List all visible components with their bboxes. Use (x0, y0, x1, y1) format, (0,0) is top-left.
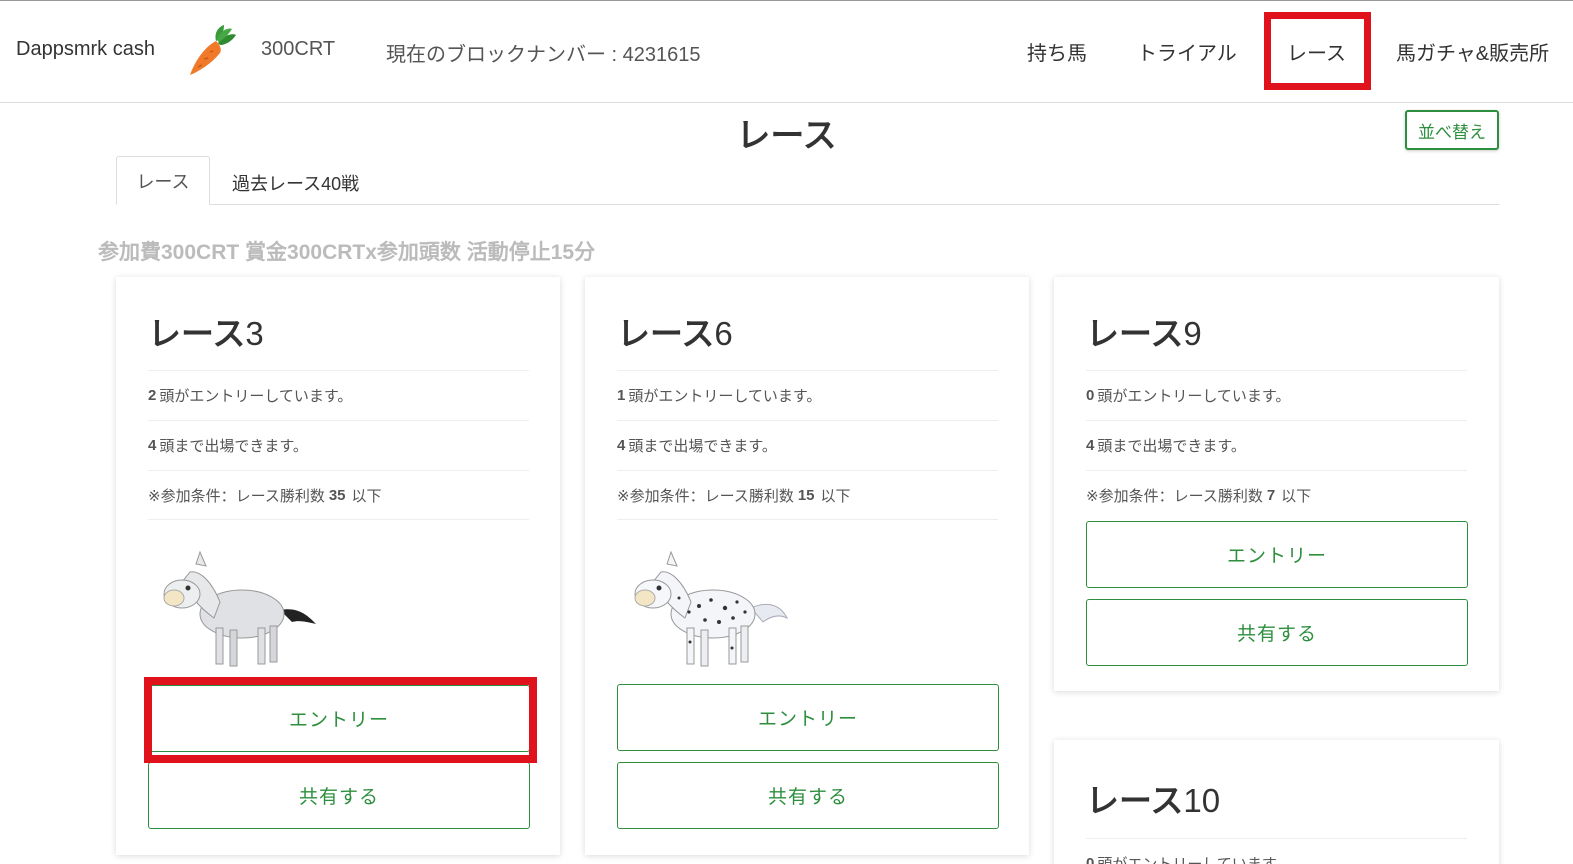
nav-trial[interactable]: トライアル (1137, 37, 1237, 66)
race-title: レース10 (1086, 782, 1221, 819)
race-title: レース6 (617, 315, 733, 352)
nav-gacha-shop[interactable]: 馬ガチャ&販売所 (1396, 37, 1549, 66)
race-title: レース3 (148, 315, 264, 352)
entry-condition: ※参加条件：レース勝利数 15 以下 (617, 470, 998, 520)
spotted-horse-icon (634, 550, 789, 667)
max-entries: 4 頭まで出場できます。 (1086, 420, 1467, 470)
tabs-divider (116, 204, 1499, 205)
brand-name[interactable]: Dappsmrk cash (16, 38, 155, 61)
race-info: 参加費300CRT 賞金300CRTx参加頭数 活動停止15分 (98, 241, 596, 264)
tab-past-races[interactable]: 過去レース40戦 (232, 170, 359, 196)
entry-count: 2 頭がエントリーしています。 (148, 370, 529, 420)
share-button[interactable]: 共有する (617, 762, 999, 829)
entry-condition: ※参加条件：レース勝利数 7 以下 (1086, 470, 1467, 520)
race-title: レース9 (1086, 315, 1202, 352)
entry-count: 0頭がエントリーしています。 (1086, 370, 1467, 420)
entry-condition: ※参加条件：レース勝利数 35 以下 (148, 470, 529, 520)
entry-count: 0頭がエントリーしています。 (1086, 838, 1467, 864)
race-card-6: レース6 1 頭がエントリーしています。 4 頭まで出場できます。 ※参加条件：レー… (585, 277, 1029, 855)
highlight-box-entry-button (144, 677, 537, 763)
race-card-10: レース10 0頭がエントリーしています。 (1054, 740, 1499, 864)
race-card-3: レース3 2 頭がエントリーしています。 4 頭まで出場できます。 ※参加条件：レー… (116, 277, 560, 855)
entry-button[interactable]: エントリー (1086, 521, 1468, 588)
carrot-icon (190, 25, 236, 75)
race-card-9: レース9 0 頭がエントリーしています。 4 頭まで出場できます。 ※参加条件：レー… (1054, 277, 1499, 691)
entry-button[interactable]: エントリー (617, 684, 999, 751)
highlight-box-nav-race (1264, 12, 1371, 90)
sort-button[interactable]: 並べ替え (1405, 110, 1499, 150)
block-number: 現在のブロックナンバー : 4231615 (386, 44, 701, 66)
gray-horse-icon (163, 550, 316, 667)
nav-owned-horses[interactable]: 持ち馬 (1027, 37, 1087, 66)
share-button[interactable]: 共有する (1086, 599, 1468, 666)
max-entries: 4 頭まで出場できます。 (617, 420, 998, 470)
balance: 300CRT (261, 38, 336, 60)
tab-race[interactable]: レース (116, 156, 210, 205)
page-title: レース (736, 117, 837, 155)
entry-count: 1 頭がエントリーしています。 (617, 370, 998, 420)
max-entries: 4 頭まで出場できます。 (148, 420, 529, 470)
share-button[interactable]: 共有する (148, 762, 530, 829)
